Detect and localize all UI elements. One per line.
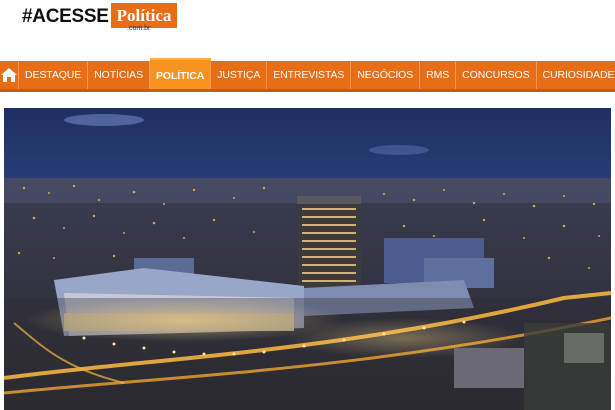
hero-image[interactable] xyxy=(4,108,611,410)
logo-domain-text: .com.br xyxy=(127,25,151,32)
nav-item-justica[interactable]: JUSTIÇA xyxy=(211,61,268,89)
city-night-photo xyxy=(4,108,611,410)
nav-item-politica[interactable]: POLÍTICA xyxy=(149,58,212,89)
nav-item-noticias[interactable]: NOTÍCIAS xyxy=(88,61,150,89)
nav-item-negocios[interactable]: NEGÓCIOS xyxy=(351,61,421,89)
nav-item-destaque[interactable]: DESTAQUE xyxy=(19,61,89,89)
nav-item-curiosidades[interactable]: CURIOSIDADES xyxy=(537,61,615,89)
main-nav: DESTAQUE NOTÍCIAS POLÍTICA JUSTIÇA ENTRE… xyxy=(0,58,615,92)
nav-item-rms[interactable]: RMS xyxy=(420,61,457,89)
nav-item-entrevistas[interactable]: ENTREVISTAS xyxy=(267,61,352,89)
nav-home-button[interactable] xyxy=(0,61,19,89)
site-logo[interactable]: #ACESSE Política xyxy=(22,3,178,39)
home-icon xyxy=(1,68,17,82)
site-header: #ACESSE Política .com.br xyxy=(0,0,615,58)
logo-hash-text: #ACESSE xyxy=(22,6,109,27)
nav-item-concursos[interactable]: CONCURSOS xyxy=(456,61,537,89)
